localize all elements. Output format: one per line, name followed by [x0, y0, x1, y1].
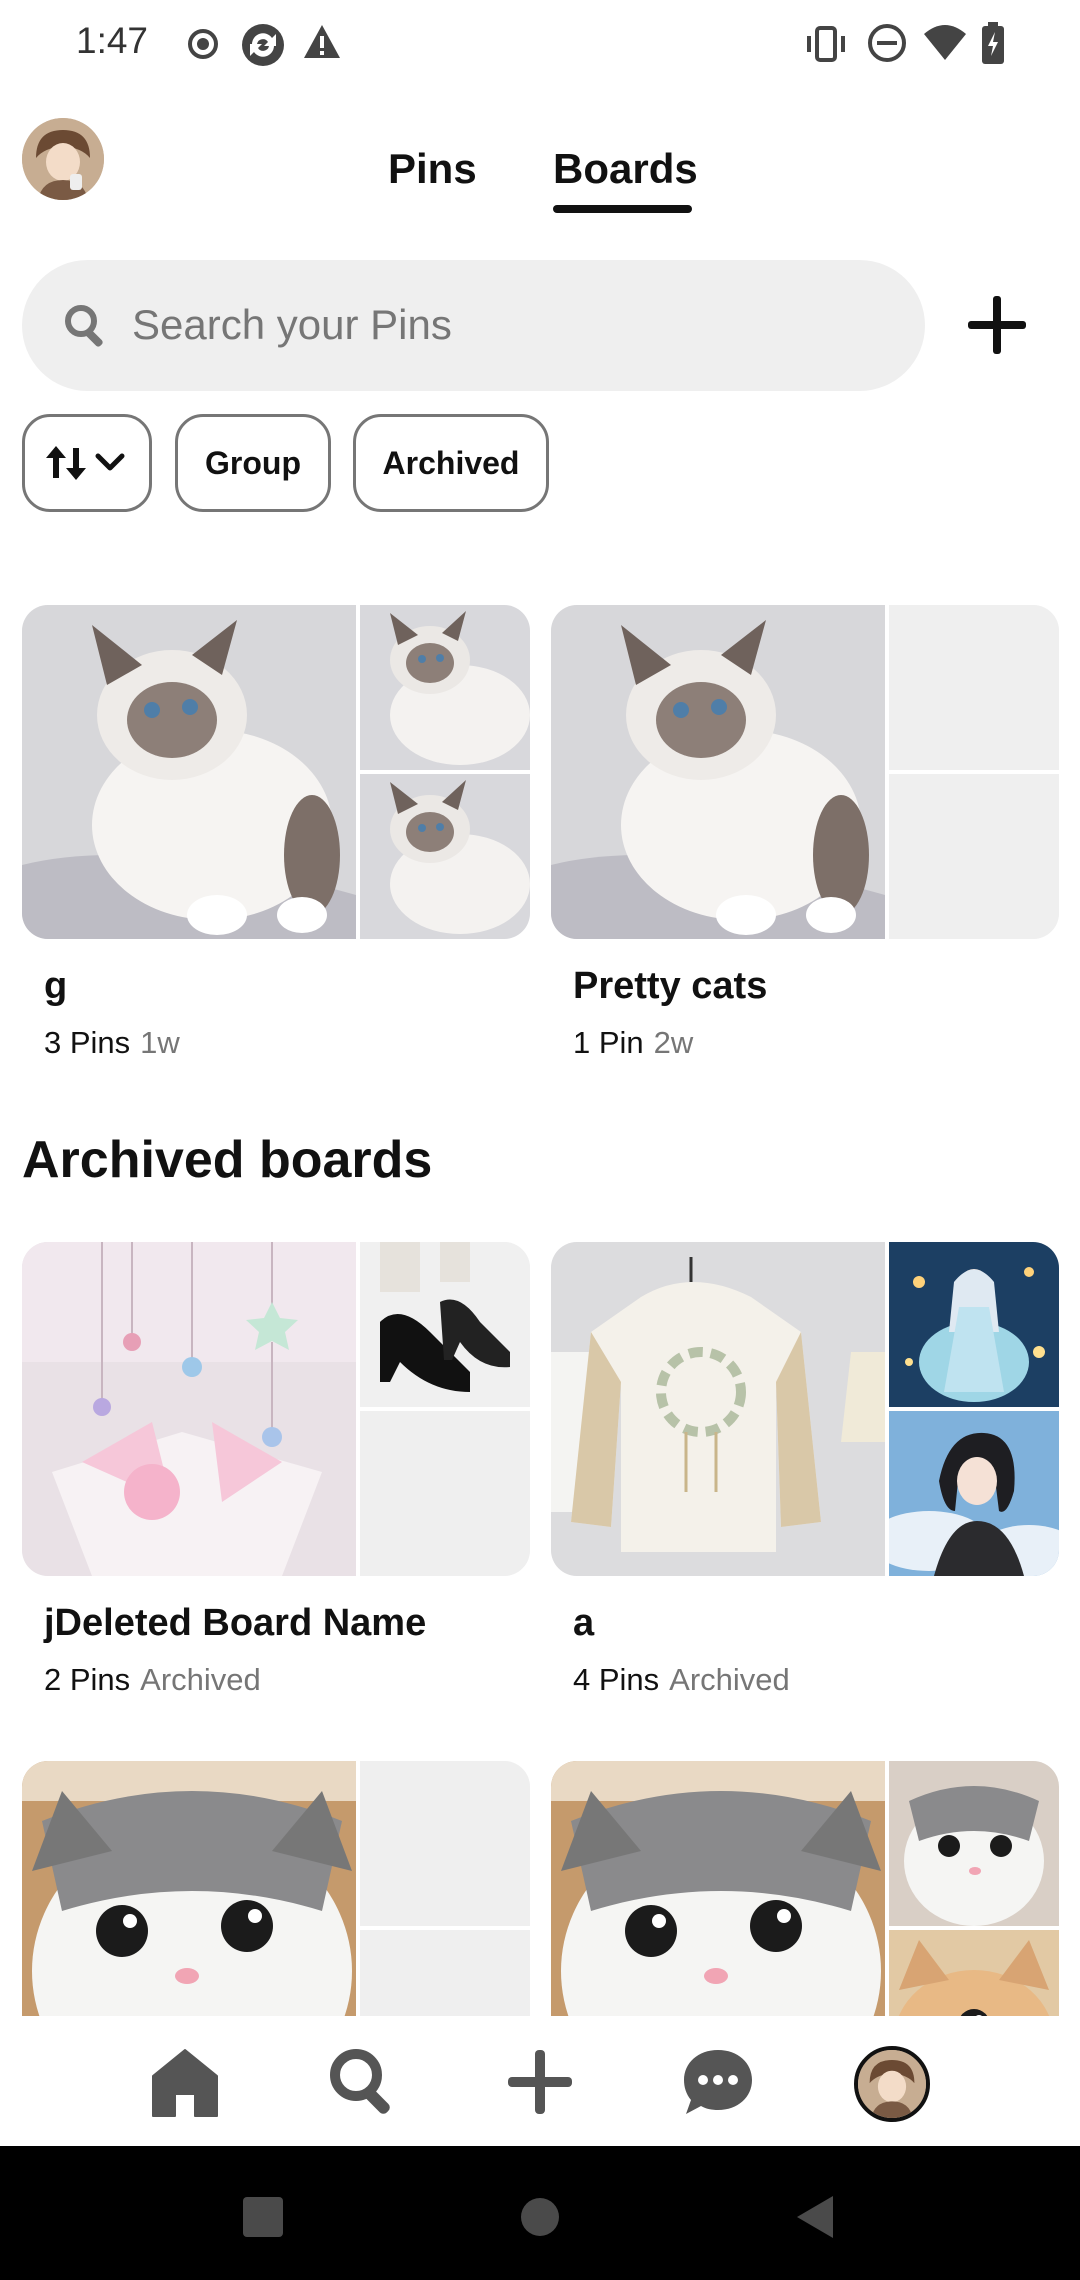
- add-icon[interactable]: [962, 290, 1032, 360]
- board-meta: 1 Pin 2w: [573, 1025, 693, 1061]
- board-age: 2w: [653, 1025, 694, 1060]
- wifi-icon: [924, 25, 966, 60]
- kitten-photo: [889, 1930, 1059, 2016]
- board-age: 1w: [140, 1025, 180, 1060]
- status-bar: 1:47: [0, 0, 1080, 88]
- profile-avatar[interactable]: [22, 118, 104, 200]
- board-pin-count: 3 Pins: [44, 1025, 131, 1060]
- board-cover: [22, 1242, 530, 1576]
- warning-icon: [304, 25, 340, 58]
- record-icon: [188, 29, 218, 59]
- cat-photo: [360, 605, 530, 770]
- bottom-nav: [0, 2016, 1080, 2146]
- status-time: 1:47: [76, 20, 149, 61]
- tab-boards[interactable]: Boards: [553, 145, 698, 193]
- profile-avatar[interactable]: [854, 2046, 930, 2122]
- sync-icon: [242, 24, 284, 66]
- anime-girl-photo: [889, 1411, 1059, 1576]
- search-icon: [65, 305, 103, 347]
- popup-card-photo: [22, 1242, 356, 1576]
- battery-icon: [982, 22, 1004, 64]
- fantasy-art-photo: [889, 1242, 1059, 1407]
- board-pin-count: 4 Pins: [573, 1662, 660, 1697]
- board-status: Archived: [669, 1662, 790, 1697]
- board-name: g: [44, 965, 68, 1007]
- tab-pins[interactable]: Pins: [388, 145, 477, 193]
- board-name: Pretty cats: [573, 965, 768, 1007]
- cat-photo: [360, 774, 530, 939]
- home-button-icon[interactable]: [520, 2197, 560, 2237]
- create-icon[interactable]: [502, 2044, 578, 2120]
- board-meta: 3 Pins 1w: [44, 1025, 180, 1061]
- board-name: jDeleted Board Name: [44, 1602, 427, 1644]
- archived-boards-heading: Archived boards: [22, 1131, 433, 1189]
- cat-photo: [22, 605, 356, 939]
- board-meta: 2 Pins Archived: [44, 1662, 261, 1698]
- sort-button[interactable]: [22, 414, 152, 512]
- board-card[interactable]: [551, 1761, 1059, 2016]
- board-cover: [22, 1761, 530, 2016]
- vibrate-icon: [807, 26, 845, 62]
- group-filter-button[interactable]: Group: [175, 414, 331, 512]
- back-icon[interactable]: [795, 2194, 835, 2240]
- cat-photo: [551, 605, 885, 939]
- hoodie-dress-photo: [551, 1242, 885, 1576]
- board-status: Archived: [140, 1662, 261, 1697]
- board-name: a: [573, 1602, 595, 1644]
- messages-icon[interactable]: [680, 2044, 756, 2120]
- board-pin-count: 1 Pin: [573, 1025, 644, 1060]
- kitten-photo: [889, 1761, 1059, 1926]
- board-cover: [551, 1242, 1059, 1576]
- search-icon[interactable]: [325, 2044, 401, 2120]
- active-tab-indicator: [553, 205, 692, 213]
- search-placeholder: Search your Pins: [132, 301, 452, 348]
- board-meta: 4 Pins Archived: [573, 1662, 790, 1698]
- shoes-photo: [360, 1242, 530, 1407]
- board-cover: [551, 1761, 1059, 2016]
- home-icon[interactable]: [147, 2044, 223, 2120]
- recents-icon[interactable]: [242, 2196, 284, 2238]
- board-cover: [22, 605, 530, 939]
- kitten-photo: [22, 1761, 356, 2016]
- board-card[interactable]: [22, 1761, 530, 2016]
- system-navigation-bar: [0, 2146, 1080, 2280]
- sort-icon: [46, 446, 125, 480]
- search-input[interactable]: Search your Pins: [22, 260, 925, 391]
- board-cover: [551, 605, 1059, 939]
- do-not-disturb-icon: [868, 24, 906, 62]
- kitten-photo: [551, 1761, 885, 2016]
- archived-filter-button[interactable]: Archived: [353, 414, 549, 512]
- board-pin-count: 2 Pins: [44, 1662, 131, 1697]
